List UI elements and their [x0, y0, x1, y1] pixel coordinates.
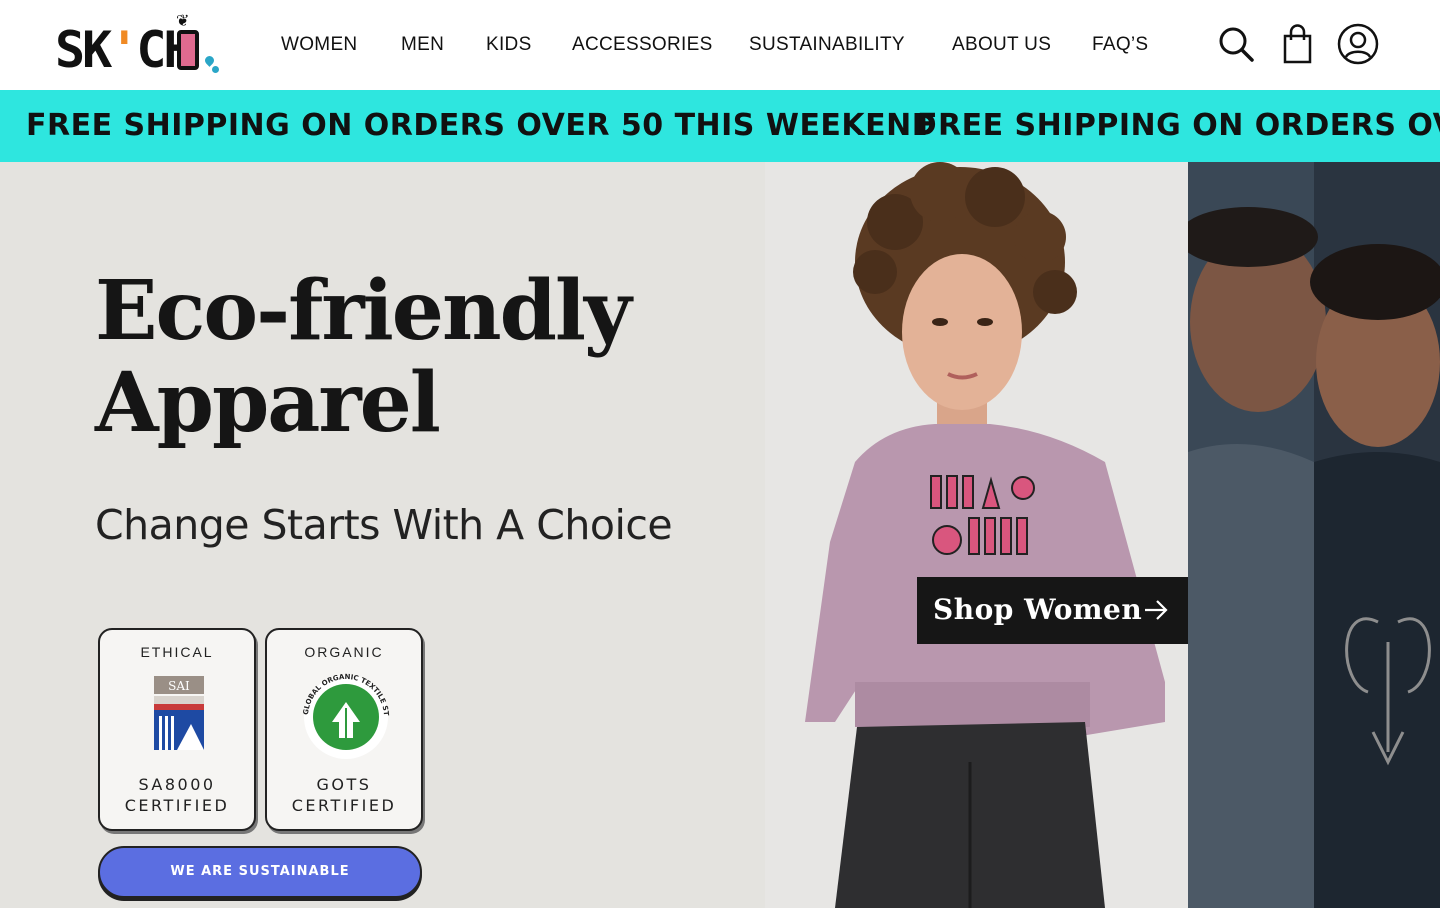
nav-item-women[interactable]: WOMEN: [281, 32, 357, 58]
hero-subtitle: Change Starts With A Choice: [95, 501, 673, 549]
nav-item-faqs[interactable]: FAQ’S: [1092, 32, 1148, 58]
shop-women-button[interactable]: Shop Women: [917, 577, 1188, 644]
nav-item-sustainability[interactable]: SUSTAINABILITY: [749, 32, 905, 58]
we-are-sustainable-button[interactable]: WE ARE SUSTAINABLE: [98, 846, 422, 898]
search-icon[interactable]: [1214, 22, 1258, 66]
hero-title-line: Eco-friendly: [95, 263, 632, 359]
announcement-text-repeat: FREE SHIPPING ON ORDERS OVER 50 THIS WEE…: [917, 108, 1440, 143]
account-icon[interactable]: [1336, 22, 1380, 66]
badge-line: CERTIFIED: [291, 796, 397, 815]
logo-gift-box: [177, 30, 199, 70]
badge-line: SA8000: [138, 775, 216, 794]
nav-item-about-us[interactable]: ABOUT US: [952, 32, 1051, 58]
hero-men-image: [1188, 162, 1440, 908]
gots-badge: ORGANIC GLOBAL ORGANIC TEXTILE STANDARD …: [265, 628, 423, 831]
badge-category: ETHICAL: [140, 644, 214, 660]
sai-logo-icon: SAI: [129, 672, 229, 762]
badge-category: ORGANIC: [304, 644, 384, 660]
announcement-text: FREE SHIPPING ON ORDERS OVER 50 THIS WEE…: [26, 108, 938, 143]
shopping-bag-icon[interactable]: [1276, 22, 1320, 66]
hero-title-line: Apparel: [95, 355, 441, 451]
badge-line: GOTS: [316, 775, 372, 794]
nav-item-accessories[interactable]: ACCESSORIES: [572, 32, 713, 58]
hero-model-image: [765, 162, 1188, 908]
badge-line: CERTIFIED: [124, 796, 230, 815]
badge-certification: SA8000 CERTIFIED: [100, 774, 254, 816]
brand-logo[interactable]: SK'CH ❦: [55, 12, 220, 80]
nav-item-men[interactable]: MEN: [401, 32, 444, 58]
gift-bow-icon: ❦: [176, 13, 190, 30]
logo-wordmark: SK'CH: [55, 21, 194, 79]
water-drop-icon: [203, 54, 216, 67]
announcement-bar: FREE SHIPPING ON ORDERS OVER 50 THIS WEE…: [0, 90, 1440, 162]
arrow-right-icon: [1145, 600, 1168, 620]
svg-text:SAI: SAI: [168, 679, 190, 693]
gots-logo-icon: GLOBAL ORGANIC TEXTILE STANDARD: [293, 666, 396, 762]
sa8000-badge: ETHICAL SAI SA8000 CERTIFIED: [98, 628, 256, 831]
nav-item-kids[interactable]: KIDS: [486, 32, 532, 58]
hero-section: Eco-friendly Apparel Change Starts With …: [0, 162, 1440, 908]
shop-women-label: Shop Women: [933, 593, 1143, 626]
water-drop-icon: [212, 66, 219, 73]
site-header: SK'CH ❦ WOMEN MEN KIDS ACCESSORIES SUSTA…: [0, 0, 1440, 90]
hero-title: Eco-friendly Apparel: [95, 265, 735, 449]
badge-certification: GOTS CERTIFIED: [267, 774, 421, 816]
